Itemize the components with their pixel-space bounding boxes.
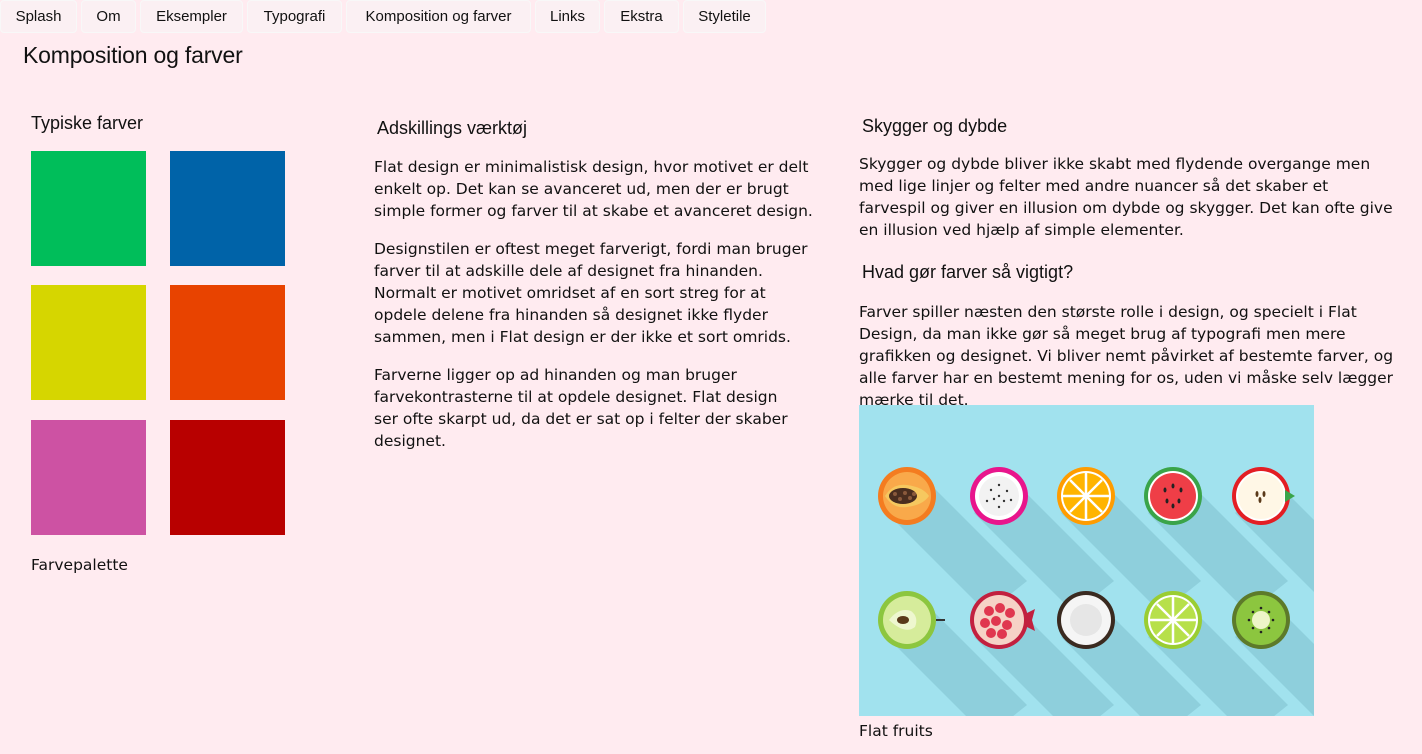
- fruits-caption: Flat fruits: [859, 722, 933, 740]
- color-swatch-orange: [170, 285, 285, 400]
- page-title: Komposition og farver: [23, 42, 243, 68]
- color-swatch-pink: [31, 420, 146, 535]
- dragonfruit-icon: [970, 467, 1028, 525]
- nav-ekstra-button[interactable]: Ekstra: [604, 0, 679, 33]
- lime-icon: [1144, 591, 1202, 649]
- colors-importance-paragraph: Farver spiller næsten den største rolle …: [859, 303, 1394, 409]
- shadows-heading: Skygger og dybde: [862, 116, 1008, 136]
- papaya-icon: [878, 467, 936, 525]
- nav-typografi-button[interactable]: Typografi: [247, 0, 342, 33]
- orange-icon: [1057, 467, 1115, 525]
- top-nav: Splash Om Eksempler Typografi Kompositio…: [0, 0, 766, 33]
- kiwi-icon: [1232, 591, 1290, 649]
- middle-paragraph-1: Flat design er minimalistisk design, hvo…: [374, 158, 813, 220]
- nav-styletile-button[interactable]: Styletile: [683, 0, 766, 33]
- flat-fruits-image: [859, 405, 1314, 716]
- color-swatch-blue: [170, 151, 285, 266]
- palette-caption: Farvepalette: [31, 556, 128, 574]
- nav-links-button[interactable]: Links: [535, 0, 600, 33]
- watermelon-icon: [1144, 467, 1202, 525]
- nav-komposition-button[interactable]: Komposition og farver: [346, 0, 531, 33]
- coconut-icon: [1057, 591, 1115, 649]
- color-swatch-red: [170, 420, 285, 535]
- color-swatch-green: [31, 151, 146, 266]
- nav-om-button[interactable]: Om: [81, 0, 136, 33]
- shadows-paragraph: Skygger og dybde bliver ikke skabt med f…: [859, 155, 1393, 239]
- colors-heading: Typiske farver: [31, 113, 144, 133]
- middle-paragraph-2: Designstilen er oftest meget farverigt, …: [374, 240, 808, 346]
- nav-eksempler-button[interactable]: Eksempler: [140, 0, 243, 33]
- colors-importance-heading: Hvad gør farver så vigtigt?: [862, 262, 1074, 282]
- color-swatch-yellow: [31, 285, 146, 400]
- middle-paragraph-3: Farverne ligger op ad hinanden og man br…: [374, 366, 788, 450]
- nav-splash-button[interactable]: Splash: [0, 0, 77, 33]
- middle-heading: Adskillings værktøj: [377, 118, 528, 138]
